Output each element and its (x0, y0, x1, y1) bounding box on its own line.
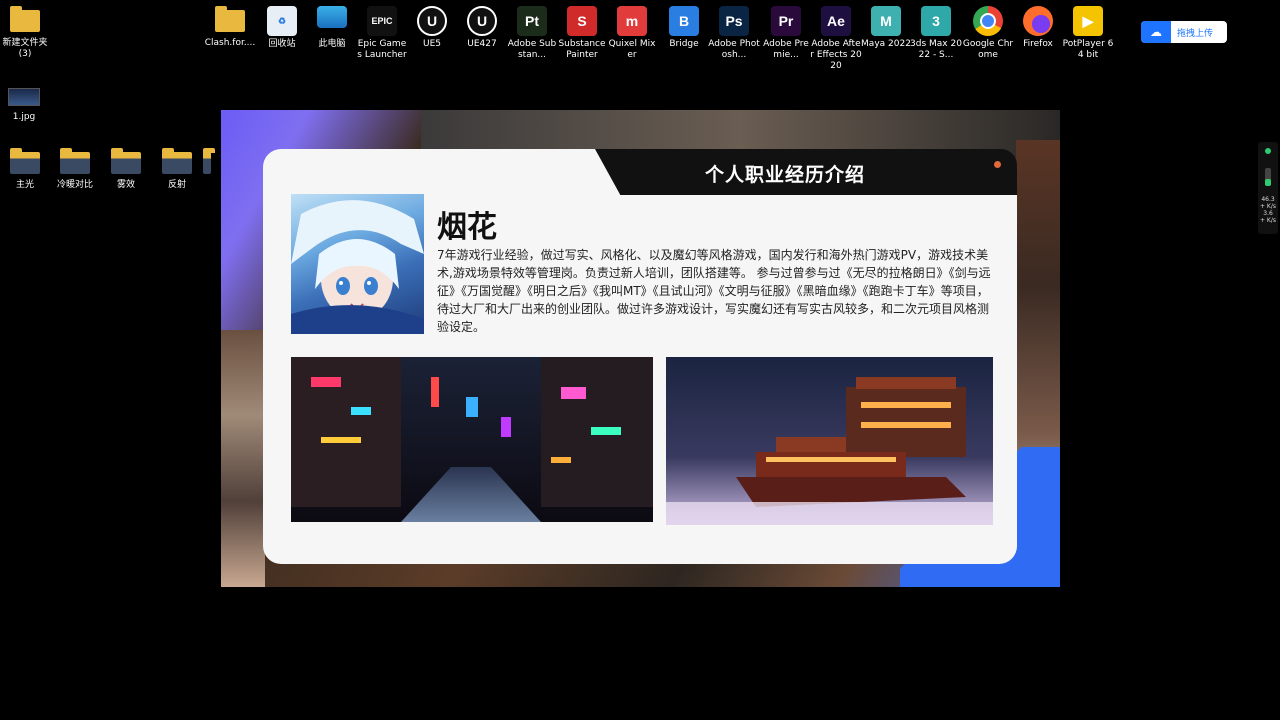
download-speed: 3.6 (1263, 210, 1273, 217)
substance-painter-icon: Pt (517, 6, 547, 36)
bar-icon (1265, 168, 1271, 186)
desktop-icon-label: Adobe Premie... (763, 39, 809, 60)
image-file-icon (8, 88, 40, 106)
desktop-icon-7[interactable]: Pt Adobe Substan... (506, 6, 558, 61)
substance-icon: S (567, 6, 597, 36)
desktop-icon-13[interactable]: Ae Adobe After Effects 2020 (810, 6, 862, 72)
folder-icon (203, 148, 215, 174)
desktop-icon-label: Quixel Mixer (608, 39, 656, 60)
photoshop-icon: Ps (719, 6, 749, 36)
upload-speed: 46.3 (1261, 196, 1275, 203)
desktop-icon-9[interactable]: m Quixel Mixer (606, 6, 658, 61)
desktop-icon-label: PotPlayer 64 bit (1062, 39, 1114, 60)
desktop-icon-10[interactable]: B Bridge (658, 6, 710, 50)
upload-unit: + K/s (1259, 203, 1277, 210)
3dsmax-icon: 3 (921, 6, 951, 36)
desktop-icon-1jpg[interactable]: 1.jpg (0, 88, 48, 123)
slide-title: 个人职业经历介绍 (704, 164, 865, 186)
folder-label: 冷暖对比 (56, 180, 93, 190)
desktop-icon-14[interactable]: M Maya 2022 (860, 6, 912, 50)
desktop-icon-label: UE427 (467, 39, 497, 49)
folder-2[interactable]: 雾效 (101, 148, 151, 191)
desktop-icon-label: Substance Painter (558, 39, 606, 60)
folder-icon (111, 148, 141, 174)
after-effects-icon: Ae (821, 6, 851, 36)
maya-icon: M (871, 6, 901, 36)
folder-icon (10, 6, 40, 32)
desktop-icon-label: UE5 (423, 39, 441, 49)
desktop-icon-16[interactable]: Google Chrome (962, 6, 1014, 61)
network-speed-widget: 46.3 + K/s 3.6 + K/s (1258, 142, 1278, 234)
download-unit: + K/s (1259, 217, 1277, 224)
avatar (291, 194, 424, 334)
folder-icon (10, 148, 40, 174)
folder-0[interactable]: 主光 (0, 148, 50, 191)
firefox-icon (1023, 6, 1053, 36)
desktop-icon-label: 此电脑 (318, 39, 346, 49)
desktop-icon-label: Adobe Substan... (507, 39, 557, 60)
folder-icon (215, 6, 245, 32)
desktop-icon-18[interactable]: ▶ PotPlayer 64 bit (1062, 6, 1114, 61)
fantasy-boat-image (666, 357, 993, 525)
computer-icon (317, 6, 347, 28)
desktop-icon-label: 1.jpg (12, 112, 36, 122)
unreal-icon: U (467, 6, 497, 36)
desktop-icon-label: 3ds Max 2022 - S... (910, 39, 962, 60)
desktop-icon-5[interactable]: U UE5 (406, 6, 458, 50)
desktop-icon-label: Google Chrome (962, 39, 1014, 60)
epic-icon: EPIC (367, 6, 397, 36)
cyberpunk-street-image (291, 357, 653, 522)
cloud-icon: ☁ (1141, 21, 1171, 43)
person-name: 烟花 (437, 210, 497, 245)
desktop-icon-6[interactable]: U UE427 (456, 6, 508, 50)
desktop-icon-12[interactable]: Pr Adobe Premie... (760, 6, 812, 61)
desktop-icon-label: Adobe After Effects 2020 (810, 39, 862, 71)
upload-label: 拖拽上传 (1177, 28, 1214, 39)
desktop-icon-3[interactable]: 此电脑 (306, 6, 358, 50)
folder-label: 反射 (167, 180, 186, 190)
desktop-icon-8[interactable]: S Substance Painter (556, 6, 608, 61)
unreal-icon: U (417, 6, 447, 36)
status-dot-icon (1265, 148, 1271, 154)
upload-button[interactable]: ☁ 拖拽上传 (1141, 21, 1227, 43)
desktop-icon-15[interactable]: 3 3ds Max 2022 - S... (910, 6, 962, 61)
desktop-icon-11[interactable]: Ps Adobe Photosh... (708, 6, 760, 61)
desktop-icon-1[interactable]: Clash.for.... (204, 6, 256, 49)
folder-label: 雾效 (116, 180, 135, 190)
folder-1[interactable]: 冷暖对比 (50, 148, 100, 191)
desktop-icon-label: 回收站 (268, 39, 296, 49)
desktop-icon-label: Epic Games Launcher (357, 39, 407, 60)
potplayer-icon: ▶ (1073, 6, 1103, 36)
folder-icon (60, 148, 90, 174)
premiere-icon: Pr (771, 6, 801, 36)
desktop-icon-17[interactable]: Firefox (1012, 6, 1064, 50)
chrome-icon (973, 6, 1003, 36)
desktop-icon-label: Adobe Photosh... (708, 39, 760, 60)
desktop-icon-2[interactable]: ♻ 回收站 (256, 6, 308, 50)
folder-label: 主光 (15, 180, 34, 190)
slide-background-left (221, 330, 265, 587)
recycle-bin-icon: ♻ (267, 6, 297, 36)
folder-icon (162, 148, 192, 174)
desktop-icon-label: 新建文件夹 (3) (2, 38, 48, 59)
desktop-icon-label: Clash.for.... (204, 38, 256, 48)
folder-3[interactable]: 反射 (152, 148, 202, 191)
folder-4[interactable] (203, 148, 221, 180)
desktop-icon-label: Firefox (1023, 39, 1053, 49)
banner-dot (994, 161, 1001, 168)
desktop-icon-0[interactable]: 新建文件夹 (3) (0, 6, 50, 60)
desktop-icon-4[interactable]: EPIC Epic Games Launcher (356, 6, 408, 61)
career-description: 7年游戏行业经验，做过写实、风格化、以及魔幻等风格游戏，国内发行和海外热门游戏P… (437, 248, 991, 334)
anime-portrait-icon (291, 200, 424, 334)
bridge-icon: B (669, 6, 699, 36)
desktop-icon-label: Bridge (669, 39, 699, 49)
mixer-icon: m (617, 6, 647, 36)
desktop-icon-label: Maya 2022 (861, 39, 911, 49)
